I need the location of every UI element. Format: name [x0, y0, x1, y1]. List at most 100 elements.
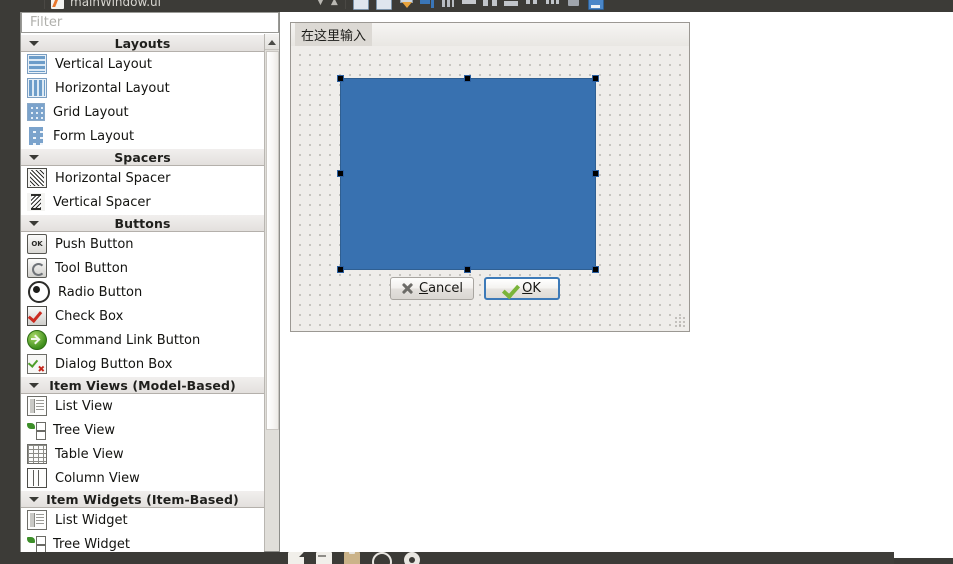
resize-handle-n[interactable] — [464, 75, 471, 82]
bottom-bar-right-region — [860, 552, 953, 564]
widget-box-item[interactable]: Vertical Spacer — [21, 190, 264, 214]
widget-category-label: Spacers — [114, 149, 171, 165]
menu-type-here-placeholder[interactable]: 在这里输入 — [295, 23, 373, 46]
cancel-button[interactable]: Cancel — [390, 277, 475, 300]
widget-box-item[interactable]: Horizontal Layout — [21, 76, 264, 100]
lay-out-horizontally-icon[interactable] — [441, 0, 455, 9]
new-file-icon[interactable] — [288, 552, 304, 564]
widget-category-label: Item Views (Model-Based) — [49, 377, 236, 393]
bottom-toolbar[interactable] — [0, 552, 953, 564]
widget-box-item[interactable]: List View — [21, 394, 264, 418]
scrollbar-thumb[interactable] — [266, 51, 279, 430]
column-view-icon — [27, 468, 47, 488]
settings-gear-icon[interactable] — [404, 552, 420, 564]
widget-box-item[interactable]: Dialog Button Box — [21, 352, 264, 376]
widget-category-label: Layouts — [114, 35, 171, 51]
widget-box-item[interactable]: List Widget — [21, 508, 264, 532]
lay-out-in-grid-icon[interactable] — [525, 0, 539, 9]
filter-input[interactable] — [28, 14, 278, 31]
widget-box-item[interactable]: Horizontal Spacer — [21, 166, 264, 190]
edit-tab-order-icon[interactable] — [419, 0, 434, 9]
check-box-icon — [27, 306, 47, 326]
lay-out-vertically-icon[interactable] — [461, 0, 476, 9]
widget-box-item[interactable]: Tree View — [21, 418, 264, 442]
widget-category-header[interactable]: Spacers — [21, 148, 264, 166]
widget-box-item[interactable]: Command Link Button — [21, 328, 264, 352]
widget-box-scrollbar[interactable] — [264, 34, 279, 551]
tree-widget-icon — [27, 535, 46, 554]
horizontal-spacer-icon — [27, 168, 47, 188]
edit-signals-slots-icon[interactable] — [375, 0, 392, 10]
widget-category-header[interactable]: Item Views (Model-Based) — [21, 376, 264, 394]
preview-icon[interactable] — [587, 0, 604, 10]
chevron-down-icon[interactable] — [29, 497, 39, 502]
form-editor-canvas[interactable]: 在这里输入 Cancel OK — [280, 12, 953, 552]
designer-toolbar[interactable]: ▼ ▲ — [317, 0, 604, 10]
widget-box-list[interactable]: Layouts Vertical Layout Horizontal Layout G… — [21, 34, 264, 563]
table-view-icon — [27, 444, 47, 464]
resize-handle-nw[interactable] — [337, 75, 344, 82]
tree-leaf-icon — [27, 423, 35, 429]
chevron-down-icon[interactable] — [29, 221, 39, 226]
ok-button-label: OK — [522, 281, 541, 296]
widget-box-item[interactable]: OK Push Button — [21, 232, 264, 256]
edit-buddies-icon[interactable] — [399, 0, 413, 9]
widget-box-item-label: Tool Button — [55, 260, 128, 276]
push-button-icon: OK — [27, 234, 47, 254]
widget-box-item-label: Form Layout — [53, 128, 135, 144]
break-layout-icon[interactable] — [545, 0, 560, 9]
widget-box-item-label: Tree Widget — [53, 536, 130, 552]
widget-category-header[interactable]: Layouts — [21, 34, 264, 52]
widget-box-item-label: Horizontal Spacer — [55, 170, 171, 186]
edit-widgets-icon[interactable] — [352, 0, 369, 10]
selected-widget[interactable] — [337, 75, 599, 273]
list-widget-icon — [27, 510, 47, 530]
lay-out-horizontally-in-splitter-icon[interactable] — [482, 0, 497, 9]
resize-handle-e[interactable] — [592, 170, 599, 177]
resize-handle-ne[interactable] — [592, 75, 599, 82]
resize-handle-se[interactable] — [592, 266, 599, 273]
widget-box-filter[interactable] — [21, 12, 279, 33]
toolbox-icon[interactable] — [344, 552, 360, 564]
vertical-spacer-icon — [27, 193, 45, 211]
scroll-up-arrow-icon[interactable] — [265, 34, 279, 50]
widget-box-item[interactable]: Tool Button — [21, 256, 264, 280]
resize-handle-s[interactable] — [464, 266, 471, 273]
widget-box-item-label: Column View — [55, 470, 140, 486]
widget-box-item[interactable]: Table View — [21, 442, 264, 466]
ok-button[interactable]: OK — [484, 277, 561, 300]
lay-out-in-form-layout-icon[interactable] — [503, 0, 518, 9]
form-menu-bar[interactable]: 在这里输入 — [291, 23, 689, 47]
tree-leaf-icon — [27, 537, 35, 543]
dialog-button-box[interactable]: Cancel OK — [390, 277, 561, 300]
widget-box-item[interactable]: Radio Button — [21, 280, 264, 304]
widget-box-item[interactable]: Vertical Layout — [21, 52, 264, 76]
search-circle-icon[interactable] — [372, 552, 392, 564]
open-files-icon[interactable] — [316, 552, 332, 564]
chevron-up-icon[interactable]: ▲ — [331, 0, 338, 7]
vertical-layout-icon — [27, 54, 47, 74]
widget-box-item[interactable]: Column View — [21, 466, 264, 490]
widget-box-item[interactable]: Grid Layout — [21, 100, 264, 124]
resize-handle-w[interactable] — [337, 170, 344, 177]
widget-box-item[interactable]: Form Layout — [21, 124, 264, 148]
tool-button-icon — [27, 258, 47, 278]
size-grip-icon[interactable] — [674, 316, 686, 328]
horizontal-layout-icon — [27, 78, 47, 98]
widget-category-header[interactable]: Buttons — [21, 214, 264, 232]
chevron-down-icon[interactable] — [29, 383, 39, 388]
form-surface[interactable]: Cancel OK — [291, 46, 689, 331]
chevron-down-icon[interactable] — [29, 41, 39, 46]
window-title-bar: mainWindow.ui ▼ ▲ — [0, 0, 953, 12]
designed-form[interactable]: 在这里输入 Cancel OK — [290, 22, 690, 332]
resize-handle-sw[interactable] — [337, 266, 344, 273]
chevron-down-icon[interactable] — [29, 155, 39, 160]
radio-button-icon — [28, 281, 50, 303]
widget-box-item[interactable]: Check Box — [21, 304, 264, 328]
widget-box-item-label: Vertical Spacer — [53, 194, 151, 210]
widget-category-header[interactable]: Item Widgets (Item-Based) — [21, 490, 264, 508]
command-link-button-icon — [27, 330, 47, 350]
chevron-down-icon[interactable]: ▼ — [317, 0, 324, 7]
adjust-size-icon[interactable] — [567, 0, 581, 9]
widget-box-item-label: Command Link Button — [55, 332, 201, 348]
